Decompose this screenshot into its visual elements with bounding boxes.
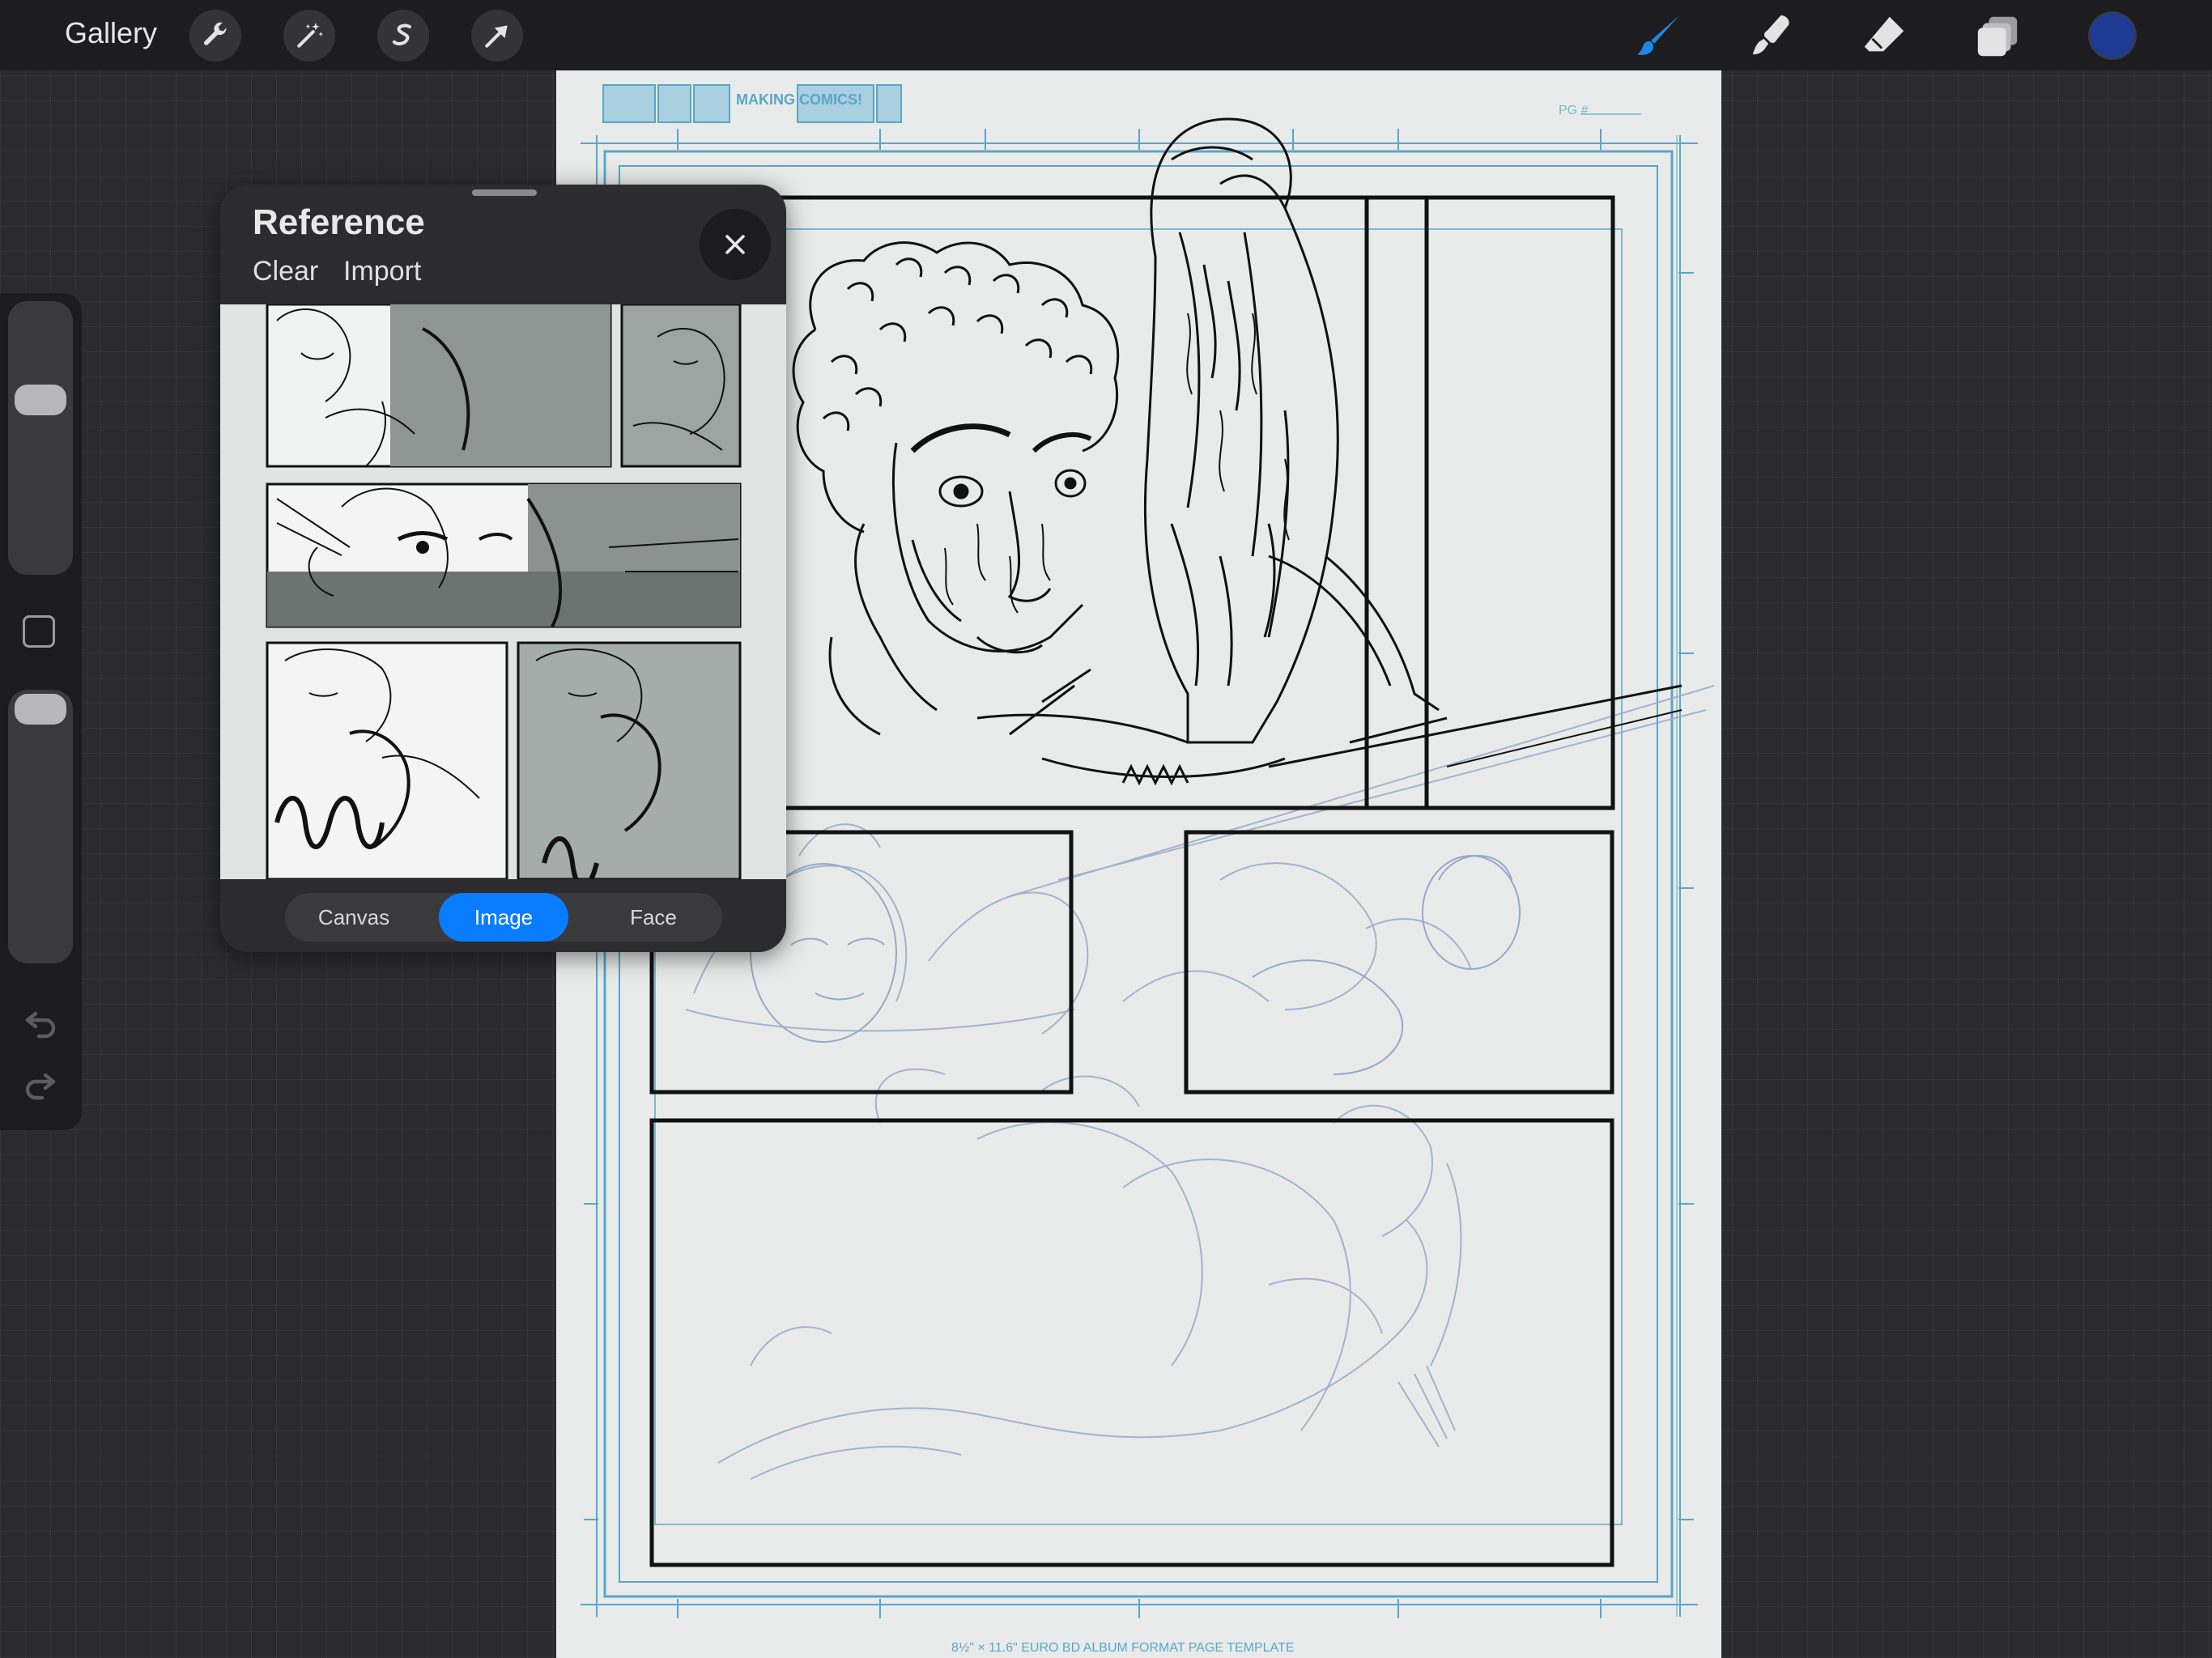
brush-tool[interactable] [1631,8,1687,63]
magic-wand-icon [297,23,324,48]
pencil-sketch [685,685,1715,1480]
lower-panel-sketches [750,855,1521,1075]
tab-canvas[interactable]: Canvas [285,893,423,942]
brush-size-slider[interactable] [8,301,73,575]
close-button[interactable] [700,209,771,280]
reference-image[interactable] [220,304,786,879]
eraser-icon [1864,16,1904,52]
color-picker-button[interactable] [2090,13,2135,58]
tab-face[interactable]: Face [585,893,722,942]
drag-handle[interactable] [472,189,537,196]
arrow-cursor-icon [485,25,508,48]
actions-button[interactable] [189,10,241,62]
import-button[interactable]: Import [343,256,421,287]
brush-size-thumb[interactable] [15,385,66,415]
brush-icon [1636,15,1680,55]
clear-button[interactable]: Clear [253,256,318,287]
template-footer: 8½" × 11.6" EURO BD ALBUM FORMAT PAGE TE… [951,1641,1294,1655]
opacity-thumb[interactable] [15,694,66,725]
top-toolbar: Gallery [0,0,2212,70]
tab-image[interactable]: Image [439,893,568,942]
modify-button[interactable] [23,615,55,648]
close-icon [725,235,745,254]
selection-button[interactable] [377,10,429,62]
selection-s-icon [392,23,411,46]
reference-panel: Reference Clear Import Canvas Image Face [220,185,786,952]
smudge-tool[interactable] [1744,8,1799,63]
reference-comic-image [220,304,786,879]
left-sidebar [0,293,82,1130]
inked-figure [792,117,1682,786]
opacity-slider[interactable] [8,690,73,963]
gallery-button[interactable]: Gallery [65,16,157,50]
wrench-icon [204,22,228,45]
layers-button[interactable] [1971,8,2026,63]
redo-icon[interactable] [21,1065,60,1104]
layers-icon [1977,16,2018,57]
panel-top-right-frame [1364,195,1615,810]
page-number-label: PG # [1559,104,1589,117]
transform-button[interactable] [471,10,523,62]
eraser-tool[interactable] [1857,8,1912,63]
adjustments-button[interactable] [283,10,335,62]
smudge-icon [1752,15,1789,55]
template-header: MAKING COMICS! [736,91,862,108]
undo-icon[interactable] [21,1004,60,1043]
reference-mode-tabs: Canvas Image Face [285,893,722,942]
reference-title: Reference [253,202,425,242]
